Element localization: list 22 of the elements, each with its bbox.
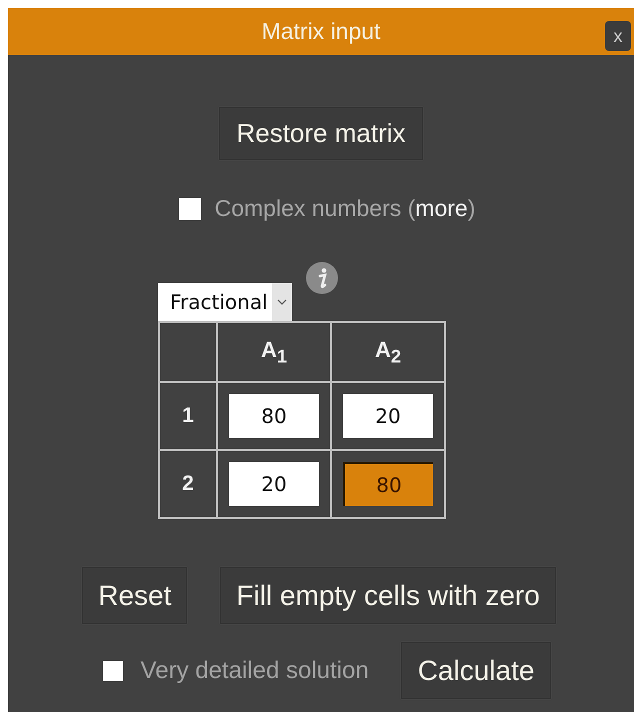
caret-icon (272, 283, 292, 321)
matrix-input-field[interactable]: 20 (343, 394, 433, 438)
fill-zero-button[interactable]: Fill empty cells with zero (220, 567, 556, 624)
format-dropdown[interactable]: Fractional (158, 283, 292, 321)
row-header: 2 (182, 472, 194, 495)
checkbox-label: Complex numbers (more) (214, 195, 476, 222)
close-button[interactable]: x (605, 21, 631, 51)
window-title: Matrix input (262, 18, 380, 45)
column-header: A$_{1}$ (260, 336, 288, 362)
row-header: 1 (182, 404, 194, 427)
checkbox[interactable] (178, 198, 201, 220)
column-header: A$_{2}$ (374, 336, 402, 362)
restore-matrix-button[interactable]: Restore matrix (219, 107, 423, 160)
matrix-input-field[interactable]: 80 (343, 462, 433, 506)
calculate-button[interactable]: Calculate (400, 642, 552, 699)
info-icon[interactable] (306, 262, 338, 294)
more-link[interactable]: more (415, 195, 468, 221)
checkbox-label: Very detailed solution (140, 656, 369, 684)
matrix-input-field[interactable]: 20 (229, 462, 319, 506)
matrix-input-field[interactable]: 80 (229, 394, 319, 438)
checkbox[interactable] (102, 660, 123, 680)
reset-button[interactable]: Reset (82, 567, 188, 624)
